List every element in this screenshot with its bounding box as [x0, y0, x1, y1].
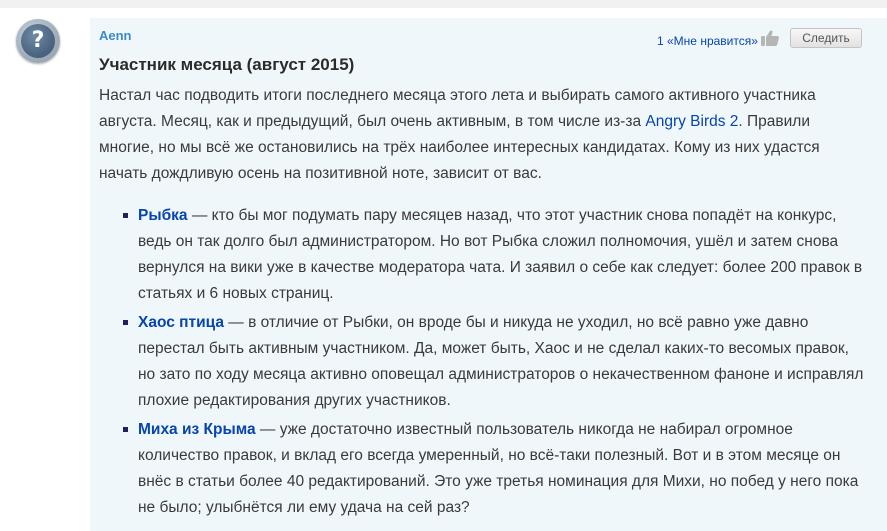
avatar-circle: ? — [21, 24, 55, 58]
avatar[interactable]: ? — [16, 19, 60, 63]
candidate-description: — в отличие от Рыбки, он вроде бы и нику… — [138, 314, 864, 409]
candidate-item: Хаос птица — в отличие от Рыбки, он врод… — [123, 310, 866, 414]
bullet-icon — [123, 213, 128, 218]
comment-title: Участник месяца (август 2015) — [99, 55, 355, 74]
likes-count-link[interactable]: 1 «Мне нравится» — [657, 34, 758, 48]
bullet-icon — [123, 427, 128, 432]
thumbs-up-icon[interactable] — [760, 29, 780, 47]
comment-intro: Настал час подводить итоги последнего ме… — [99, 83, 854, 187]
candidate-name-link[interactable]: Миха из Крыма — [138, 421, 256, 438]
candidates-list: Рыбка — кто бы мог подумать пару месяцев… — [123, 203, 866, 524]
angry-birds-2-link[interactable]: Angry Birds 2 — [645, 113, 738, 130]
candidate-description: — кто бы мог подумать пару месяцев назад… — [138, 207, 863, 302]
comment-author-link[interactable]: Aenn — [99, 28, 132, 43]
candidate-item: Миха из Крыма — уже достаточно известный… — [123, 417, 866, 521]
top-strip — [0, 0, 887, 8]
question-mark-icon: ? — [31, 28, 45, 53]
candidate-item: Рыбка — кто бы мог подумать пару месяцев… — [123, 203, 866, 307]
bullet-icon — [123, 320, 128, 325]
follow-button[interactable]: Следить — [790, 28, 862, 48]
candidate-name-link[interactable]: Хаос птица — [138, 314, 224, 331]
candidate-name-link[interactable]: Рыбка — [138, 207, 188, 224]
